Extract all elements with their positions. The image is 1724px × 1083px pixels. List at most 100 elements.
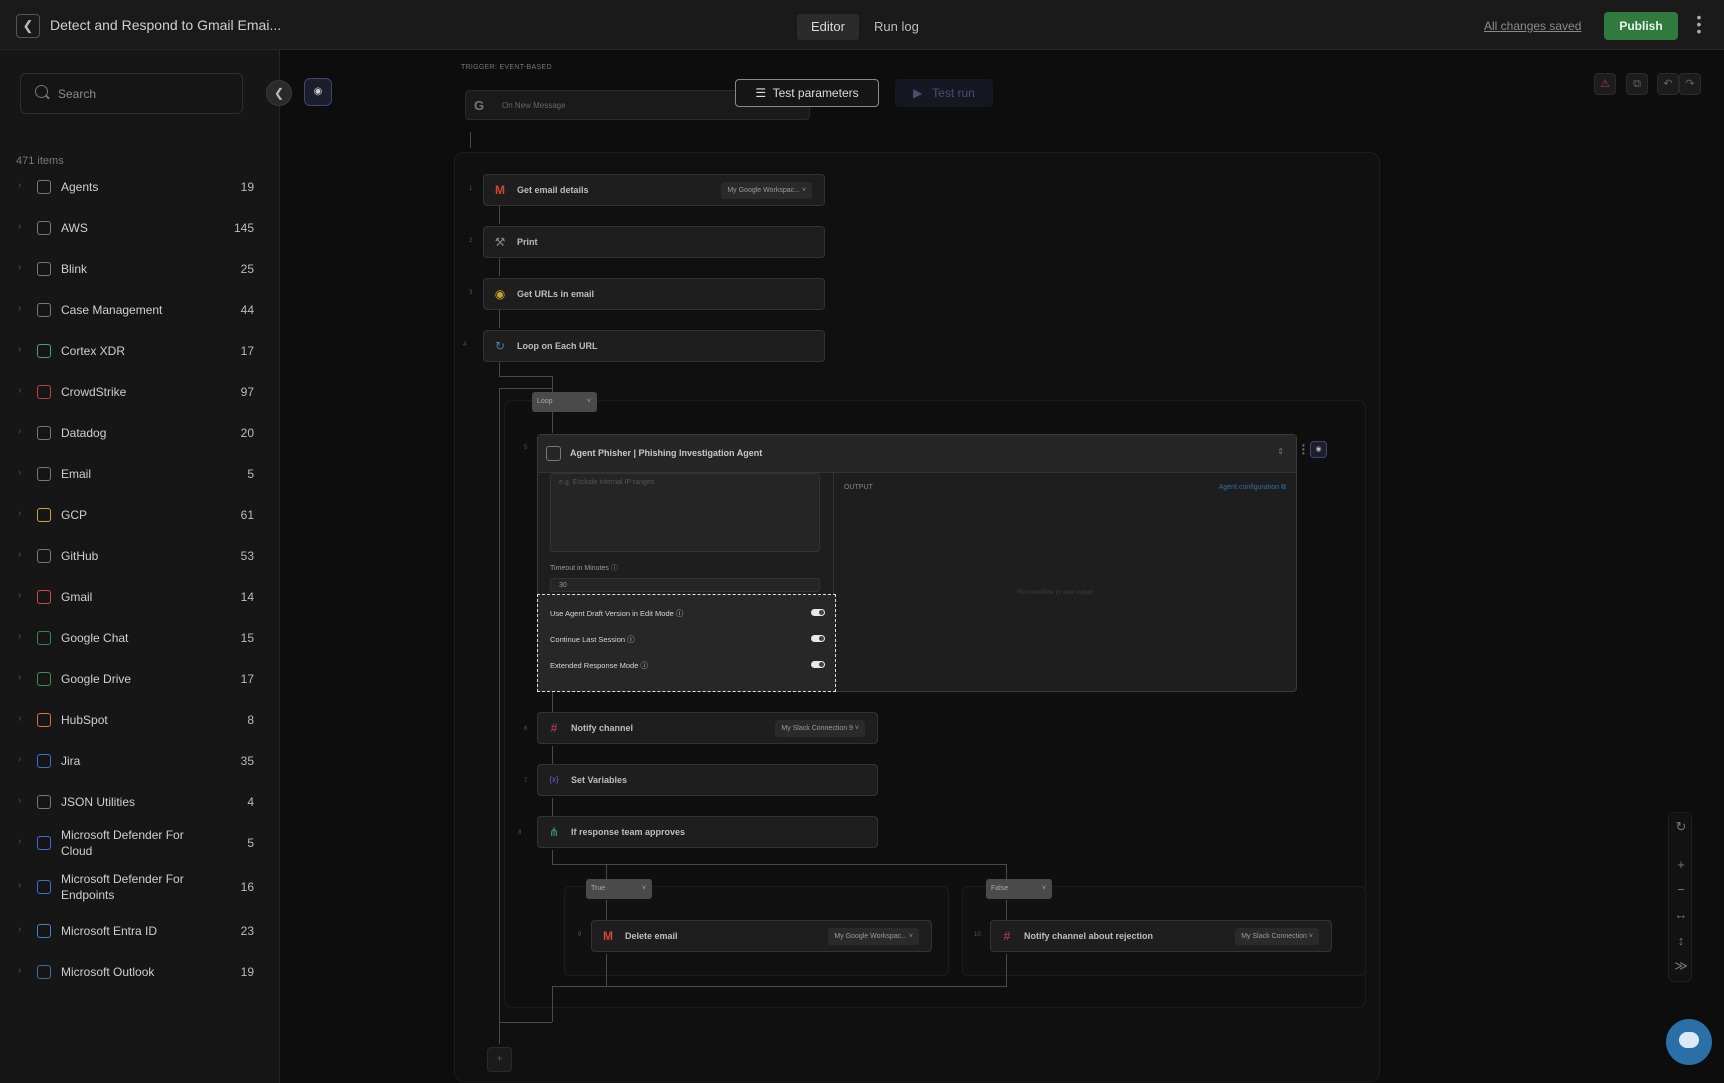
sidebar-category[interactable]: › JSON Utilities 4: [0, 781, 280, 822]
tab-run-log[interactable]: Run log: [860, 14, 933, 40]
chevron-right-icon[interactable]: ›: [18, 385, 21, 396]
sidebar-category[interactable]: › Datadog 20: [0, 412, 280, 453]
toggle-continue-session[interactable]: Continue Last Session ⓘ: [550, 633, 825, 647]
chevron-right-icon[interactable]: ›: [18, 508, 21, 519]
fit-width-icon[interactable]: ↔: [1669, 907, 1693, 922]
chevron-right-icon[interactable]: ›: [18, 631, 21, 642]
agent-chat-icon[interactable]: ◉: [1310, 441, 1327, 458]
sidebar-category[interactable]: › AWS 145: [0, 207, 280, 248]
chevron-right-icon[interactable]: ›: [18, 221, 21, 232]
sidebar-category[interactable]: › Microsoft Defender For Endpoints 16: [0, 866, 280, 907]
test-run-button[interactable]: ▶ Test run: [895, 79, 993, 107]
sidebar-category[interactable]: › Google Chat 15: [0, 617, 280, 658]
warning-icon[interactable]: ⚠: [1594, 73, 1616, 95]
true-label: True: [591, 885, 606, 892]
chevron-right-icon[interactable]: ›: [18, 590, 21, 601]
step-print[interactable]: ⚒ Print: [483, 226, 825, 258]
fit-height-icon[interactable]: ↕: [1669, 933, 1693, 948]
connection-select[interactable]: My Google Workspac... ˅: [721, 182, 812, 199]
toggle-switch[interactable]: [811, 635, 825, 642]
step-notify-channel[interactable]: # Notify channel My Slack Connection 9 ˅: [537, 712, 878, 744]
step-delete-email[interactable]: M Delete email My Google Workspac... ˅: [591, 920, 932, 952]
collapse-sidebar-button[interactable]: ❮: [266, 80, 292, 106]
sidebar-category[interactable]: › Case Management 44: [0, 289, 280, 330]
undo-icon[interactable]: ↶: [1657, 73, 1679, 95]
chevron-right-icon[interactable]: ›: [18, 344, 21, 355]
tab-editor[interactable]: Editor: [797, 14, 859, 40]
sidebar-category[interactable]: › Microsoft Defender For Cloud 5: [0, 822, 280, 863]
datadog-icon: [37, 425, 51, 440]
chevron-right-icon[interactable]: ›: [18, 672, 21, 683]
false-branch-select[interactable]: False ˅: [986, 879, 1052, 899]
chevron-right-icon[interactable]: ›: [18, 880, 21, 891]
chevron-right-icon[interactable]: ›: [18, 180, 21, 191]
toggle-draft-version[interactable]: Use Agent Draft Version in Edit Mode ⓘ: [550, 607, 825, 621]
publish-button[interactable]: Publish: [1604, 12, 1678, 40]
chevron-right-icon[interactable]: ›: [18, 924, 21, 935]
true-branch-select[interactable]: True ˅: [586, 879, 652, 899]
sidebar-category[interactable]: › Microsoft Entra ID 23: [0, 910, 280, 951]
gmail-icon: [37, 589, 51, 604]
zoom-in-icon[interactable]: +: [1669, 857, 1693, 872]
redo-icon[interactable]: ↷: [1679, 73, 1701, 95]
more-menu-icon[interactable]: • • •: [1694, 10, 1704, 38]
copy-icon[interactable]: ⧉: [1626, 73, 1648, 95]
chevron-right-icon[interactable]: ›: [18, 303, 21, 314]
chevron-right-icon[interactable]: ›: [18, 426, 21, 437]
chevron-right-icon[interactable]: ›: [18, 754, 21, 765]
chevron-right-icon[interactable]: ›: [18, 965, 21, 976]
toggle-switch[interactable]: [811, 609, 825, 616]
sidebar-category[interactable]: › Gmail 14: [0, 576, 280, 617]
sidebar-category[interactable]: › Microsoft Outlook 19: [0, 951, 280, 992]
chevron-right-icon[interactable]: ›: [18, 262, 21, 273]
reset-view-icon[interactable]: ↻: [1669, 819, 1693, 835]
entra-icon: [37, 923, 51, 938]
sidebar-category[interactable]: › GCP 61: [0, 494, 280, 535]
toggle-switch[interactable]: [811, 661, 825, 668]
add-step-button[interactable]: +: [487, 1047, 512, 1072]
sidebar-category[interactable]: › Jira 35: [0, 740, 280, 781]
chevron-right-icon[interactable]: ›: [18, 713, 21, 724]
step-get-email-details[interactable]: M Get email details My Google Workspac..…: [483, 174, 825, 206]
test-parameters-button[interactable]: ☰ Test parameters: [735, 79, 879, 107]
expand-icon[interactable]: ⇕: [1277, 447, 1284, 456]
collapse-all-icon[interactable]: ≫: [1669, 958, 1693, 974]
connection-select[interactable]: My Slack Connection 9 ˅: [775, 720, 865, 737]
step-notify-rejection[interactable]: # Notify channel about rejection My Slac…: [990, 920, 1332, 952]
sidebar-category[interactable]: › GitHub 53: [0, 535, 280, 576]
loop-select[interactable]: Loop ˅: [532, 392, 597, 412]
sidebar-category[interactable]: › Cortex XDR 17: [0, 330, 280, 371]
chevron-right-icon[interactable]: ›: [18, 467, 21, 478]
sidebar-category[interactable]: › CrowdStrike 97: [0, 371, 280, 412]
chevron-right-icon[interactable]: ›: [18, 795, 21, 806]
sidebar-category[interactable]: › Google Drive 17: [0, 658, 280, 699]
connection-select[interactable]: My Google Workspac... ˅: [828, 928, 919, 945]
sidebar-category[interactable]: › Agents 19: [0, 166, 280, 207]
toggle-extended-response[interactable]: Extended Response Mode ⓘ: [550, 659, 825, 673]
email-icon: [37, 466, 51, 481]
instructions-textarea[interactable]: e.g. Exclude internal IP ranges: [550, 473, 820, 552]
loop-label: Loop: [537, 398, 553, 405]
step-get-urls[interactable]: ◉ Get URLs in email: [483, 278, 825, 310]
connection-select[interactable]: My Slack Connection ˅: [1235, 928, 1319, 945]
agent-header[interactable]: Agent Phisher | Phishing Investigation A…: [538, 435, 1296, 473]
agent-configuration-link[interactable]: Agent configuration ⧉: [1219, 484, 1286, 492]
chevron-right-icon[interactable]: ›: [18, 836, 21, 847]
search-input[interactable]: Search: [20, 73, 243, 114]
agent-assistant-button[interactable]: ◉: [304, 78, 332, 106]
workflow-title[interactable]: Detect and Respond to Gmail Emai...: [50, 17, 281, 33]
agent-menu-icon[interactable]: • • •: [1302, 442, 1305, 458]
sidebar-category[interactable]: › Email 5: [0, 453, 280, 494]
sidebar-category[interactable]: › Blink 25: [0, 248, 280, 289]
chevron-right-icon[interactable]: ›: [18, 549, 21, 560]
back-button[interactable]: ❮: [16, 14, 40, 38]
chat-support-icon[interactable]: [1666, 1019, 1712, 1065]
sidebar-category[interactable]: › HubSpot 8: [0, 699, 280, 740]
step-loop-each-url[interactable]: ↻ Loop on Each URL: [483, 330, 825, 362]
timeout-input[interactable]: 30: [550, 578, 820, 592]
step-if-approves[interactable]: ⋔ If response team approves: [537, 816, 878, 848]
category-count: 4: [247, 794, 254, 809]
step-set-variables[interactable]: {x} Set Variables: [537, 764, 878, 796]
zoom-out-icon[interactable]: −: [1669, 882, 1693, 897]
save-status[interactable]: All changes saved: [1484, 19, 1581, 33]
